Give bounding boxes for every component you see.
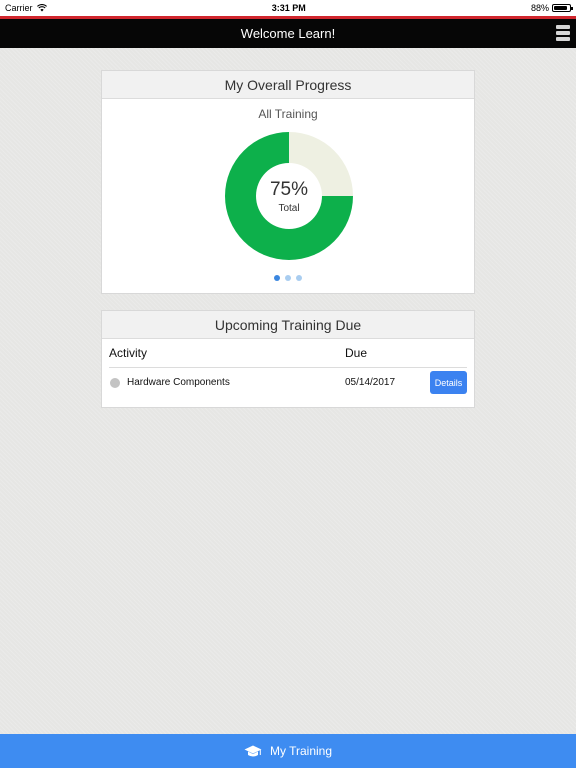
page-indicator: [102, 275, 474, 281]
activity-name: Hardware Components: [127, 377, 230, 388]
progress-donut-chart[interactable]: 75% Total: [225, 132, 353, 260]
page-dot[interactable]: [296, 275, 302, 281]
status-dot-icon: [110, 377, 120, 388]
table-header-row: Activity Due: [109, 339, 467, 368]
progress-card-title: My Overall Progress: [224, 76, 352, 93]
column-header-activity: Activity: [109, 346, 148, 360]
menu-line: [556, 25, 570, 29]
page-dot[interactable]: [285, 275, 291, 281]
due-card-title: Upcoming Training Due: [214, 316, 362, 333]
carrier-label: Carrier: [5, 3, 33, 13]
progress-total-label: Total: [278, 202, 300, 214]
due-date: 05/14/2017: [345, 377, 396, 388]
menu-line: [556, 31, 570, 35]
due-table: Activity Due Hardware Components 05/14/2…: [109, 339, 467, 397]
status-time: 3:31 PM: [271, 3, 306, 13]
menu-line: [556, 37, 570, 41]
battery-percent: 88%: [530, 3, 549, 13]
page-dot[interactable]: [274, 275, 280, 281]
graduation-cap-icon: [244, 745, 262, 756]
wifi-icon: [36, 4, 47, 12]
column-header-due: Due: [345, 346, 368, 360]
progress-subtitle: All Training: [258, 107, 318, 121]
navigation-bar: Welcome Learn!: [0, 19, 576, 48]
battery-icon: [551, 4, 573, 12]
due-card-header: Upcoming Training Due: [102, 311, 474, 339]
upcoming-training-card: Upcoming Training Due Activity Due Hardw…: [101, 310, 475, 408]
activity-cell: Hardware Components: [109, 377, 345, 388]
details-button[interactable]: Details: [430, 371, 467, 394]
nav-title: Welcome Learn!: [240, 26, 336, 41]
donut-center: 75% Total: [225, 132, 353, 260]
status-bar: Carrier 3:31 PM 88%: [0, 0, 576, 16]
overall-progress-card: My Overall Progress All Training 75% Tot…: [101, 70, 475, 294]
tab-my-training-label: My Training: [269, 744, 333, 758]
tab-my-training[interactable]: My Training: [0, 734, 576, 768]
table-row: Hardware Components 05/14/2017 Details: [109, 368, 467, 397]
hamburger-menu-icon[interactable]: [556, 25, 570, 41]
progress-card-header: My Overall Progress: [102, 71, 474, 99]
progress-percent: 75%: [269, 178, 309, 200]
status-left: Carrier: [5, 3, 47, 13]
status-right: 88%: [530, 3, 573, 13]
battery-level: [553, 6, 568, 10]
